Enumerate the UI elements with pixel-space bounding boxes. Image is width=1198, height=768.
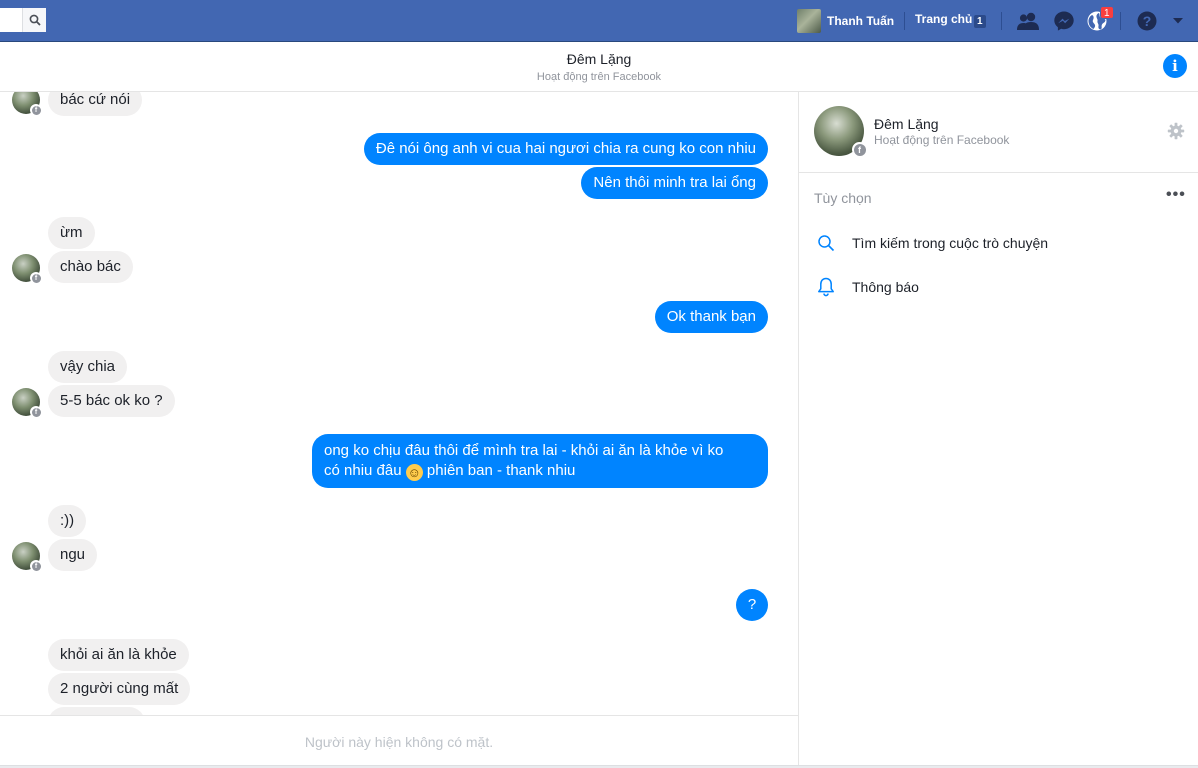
avatar[interactable]: f (12, 254, 42, 284)
search-button[interactable] (22, 8, 46, 32)
message-incoming[interactable] (48, 707, 145, 715)
messenger-button[interactable] (1052, 9, 1076, 33)
smile-emoji-icon: ☺ (405, 464, 423, 481)
help-button[interactable]: ? (1135, 9, 1159, 33)
composer: Người này hiện không có mặt. (0, 715, 798, 768)
option-label: Thông báo (852, 279, 919, 295)
separator (1120, 12, 1121, 30)
message-text: có nhiu đâu (324, 462, 402, 479)
caret-down-icon (1173, 18, 1183, 24)
info-icon: i (1172, 57, 1178, 75)
message-outgoing[interactable]: Đê nói ông anh vi cua hai ngươi chia ra … (363, 133, 768, 165)
svg-text:?: ? (1143, 13, 1152, 29)
facebook-badge-icon: f (31, 561, 41, 571)
facebook-badge-icon: f (31, 273, 41, 283)
notifications-option[interactable]: Thông báo (814, 275, 919, 299)
home-count-badge: 1 (974, 15, 986, 28)
profile-link[interactable]: Thanh Tuấn (797, 8, 894, 34)
separator (904, 12, 905, 30)
conversation-title[interactable]: Đêm Lặng (0, 51, 1198, 67)
more-options-button[interactable]: ••• (1166, 186, 1186, 204)
avatar[interactable]: f (12, 92, 42, 116)
facebook-badge-icon: f (853, 143, 866, 156)
options-heading: Tùy chọn (814, 190, 872, 206)
contact-avatar[interactable]: f (814, 106, 867, 157)
message-list[interactable]: f bác cứ nói Đê nói ông anh vi cua hai n… (0, 92, 798, 715)
message-outgoing[interactable]: Ok thank bạn (654, 301, 768, 333)
message-text: ong ko chịu đâu thôi để mình tra lai - k… (324, 442, 724, 459)
avatar[interactable]: f (12, 542, 42, 572)
friends-icon (1017, 12, 1039, 30)
contact-status: Hoạt động trên Facebook (874, 133, 1010, 147)
option-label: Tìm kiếm trong cuộc trò chuyện (852, 235, 1049, 251)
message-incoming[interactable]: 2 người cùng mất (48, 673, 191, 705)
message-outgoing[interactable]: Nên thôi minh tra lai ổng (581, 167, 768, 199)
help-icon: ? (1137, 11, 1157, 31)
message-incoming[interactable]: :)) (48, 505, 87, 537)
avatar (797, 9, 821, 33)
bell-icon (814, 275, 838, 299)
message-incoming[interactable]: 5-5 bác ok ko ? (48, 385, 175, 417)
contact-name[interactable]: Đêm Lặng (874, 116, 939, 132)
search-input[interactable] (0, 8, 46, 32)
top-navigation-bar: Thanh Tuấn Trang chủ 1 1 ? (0, 0, 1198, 42)
home-link[interactable]: Trang chủ (915, 12, 972, 26)
settings-button[interactable] (1167, 122, 1185, 140)
gear-icon (1167, 122, 1185, 140)
user-name: Thanh Tuấn (827, 14, 895, 28)
conversation-info-button[interactable]: i (1163, 54, 1187, 78)
search-in-conversation-option[interactable]: Tìm kiếm trong cuộc trò chuyện (814, 231, 1048, 255)
separator (1001, 12, 1002, 30)
friend-requests-button[interactable] (1016, 9, 1040, 33)
composer-unavailable-text: Người này hiện không có mặt. (304, 734, 494, 750)
message-outgoing[interactable]: ong ko chịu đâu thôi để mình tra lai - k… (312, 434, 768, 488)
avatar[interactable]: f (12, 388, 42, 418)
notification-count-badge: 1 (1100, 6, 1114, 19)
messenger-icon (1054, 11, 1074, 31)
conversation-status: Hoạt động trên Facebook (536, 71, 662, 83)
conversation-header: Đêm Lặng Hoạt động trên Facebook i (0, 42, 1198, 92)
message-incoming[interactable]: ừm (48, 217, 95, 249)
divider (799, 172, 1198, 173)
search-icon (29, 14, 41, 26)
message-outgoing[interactable]: ? (736, 589, 768, 621)
message-incoming[interactable]: bác cứ nói (48, 92, 143, 116)
search-icon (814, 231, 838, 255)
message-incoming[interactable]: vậy chia (48, 351, 128, 383)
message-incoming[interactable]: ngu (48, 539, 98, 571)
message-incoming[interactable]: chào bác (48, 251, 133, 283)
facebook-badge-icon: f (31, 407, 41, 417)
facebook-badge-icon: f (31, 105, 41, 115)
panel-divider (798, 92, 799, 768)
message-incoming[interactable]: khỏi ai ăn là khỏe (48, 639, 189, 671)
account-menu-button[interactable] (1166, 9, 1190, 33)
message-text: phiên ban - thank nhiu (426, 462, 576, 479)
